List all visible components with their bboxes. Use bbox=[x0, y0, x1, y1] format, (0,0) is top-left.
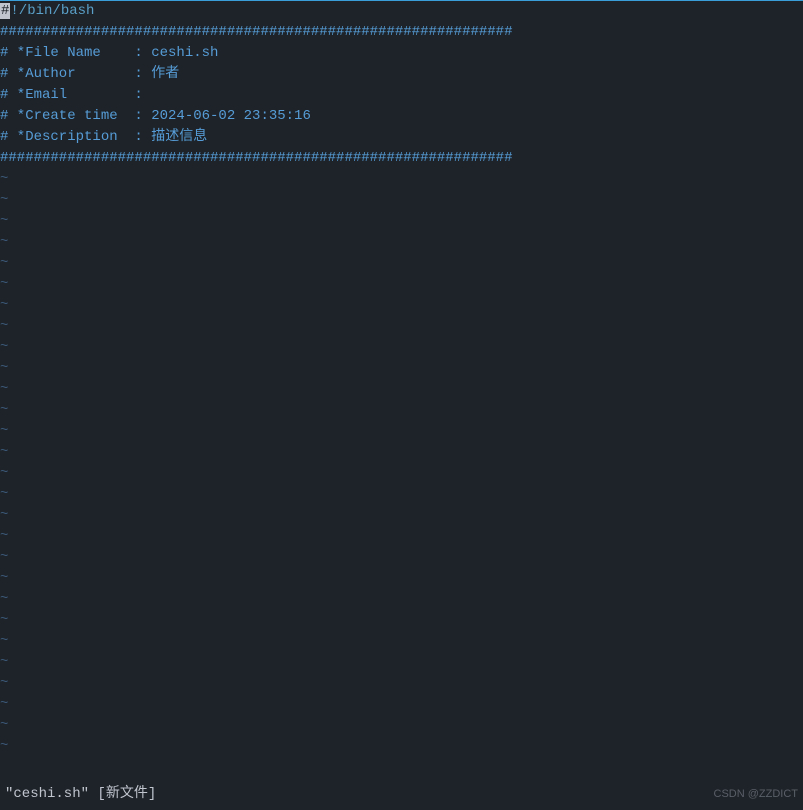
empty-line-tilde: ~ bbox=[0, 715, 803, 736]
empty-line-tilde: ~ bbox=[0, 442, 803, 463]
file-status: "ceshi.sh" [新文件] bbox=[5, 784, 156, 805]
empty-line-tilde: ~ bbox=[0, 652, 803, 673]
empty-line-tilde: ~ bbox=[0, 736, 803, 757]
empty-line-tilde: ~ bbox=[0, 169, 803, 190]
shebang-line: #!/bin/bash bbox=[0, 1, 803, 22]
empty-line-tilde: ~ bbox=[0, 337, 803, 358]
empty-line-tilde: ~ bbox=[0, 610, 803, 631]
empty-line-tilde: ~ bbox=[0, 547, 803, 568]
status-bar: "ceshi.sh" [新文件] CSDN @ZZDICT bbox=[0, 784, 803, 810]
empty-line-tilde: ~ bbox=[0, 190, 803, 211]
author-comment: # *Author : 作者 bbox=[0, 64, 803, 85]
vim-editor[interactable]: #!/bin/bash ############################… bbox=[0, 1, 803, 757]
empty-line-tilde: ~ bbox=[0, 589, 803, 610]
empty-line-tilde: ~ bbox=[0, 358, 803, 379]
separator-top: ########################################… bbox=[0, 22, 803, 43]
empty-line-tilde: ~ bbox=[0, 463, 803, 484]
empty-line-tilde: ~ bbox=[0, 526, 803, 547]
email-comment: # *Email : bbox=[0, 85, 803, 106]
description-comment: # *Description : 描述信息 bbox=[0, 127, 803, 148]
empty-line-tilde: ~ bbox=[0, 232, 803, 253]
empty-line-tilde: ~ bbox=[0, 631, 803, 652]
separator-bottom: ########################################… bbox=[0, 148, 803, 169]
empty-line-tilde: ~ bbox=[0, 694, 803, 715]
empty-line-tilde: ~ bbox=[0, 295, 803, 316]
empty-line-tilde: ~ bbox=[0, 400, 803, 421]
empty-line-tilde: ~ bbox=[0, 274, 803, 295]
empty-lines: ~~~~~~~~~~~~~~~~~~~~~~~~~~~~ bbox=[0, 169, 803, 757]
empty-line-tilde: ~ bbox=[0, 316, 803, 337]
empty-line-tilde: ~ bbox=[0, 673, 803, 694]
cursor: # bbox=[0, 3, 10, 19]
empty-line-tilde: ~ bbox=[0, 484, 803, 505]
empty-line-tilde: ~ bbox=[0, 421, 803, 442]
empty-line-tilde: ~ bbox=[0, 568, 803, 589]
file-name-comment: # *File Name : ceshi.sh bbox=[0, 43, 803, 64]
empty-line-tilde: ~ bbox=[0, 253, 803, 274]
empty-line-tilde: ~ bbox=[0, 211, 803, 232]
watermark: CSDN @ZZDICT bbox=[714, 784, 799, 805]
empty-line-tilde: ~ bbox=[0, 379, 803, 400]
empty-line-tilde: ~ bbox=[0, 505, 803, 526]
create-time-comment: # *Create time : 2024-06-02 23:35:16 bbox=[0, 106, 803, 127]
